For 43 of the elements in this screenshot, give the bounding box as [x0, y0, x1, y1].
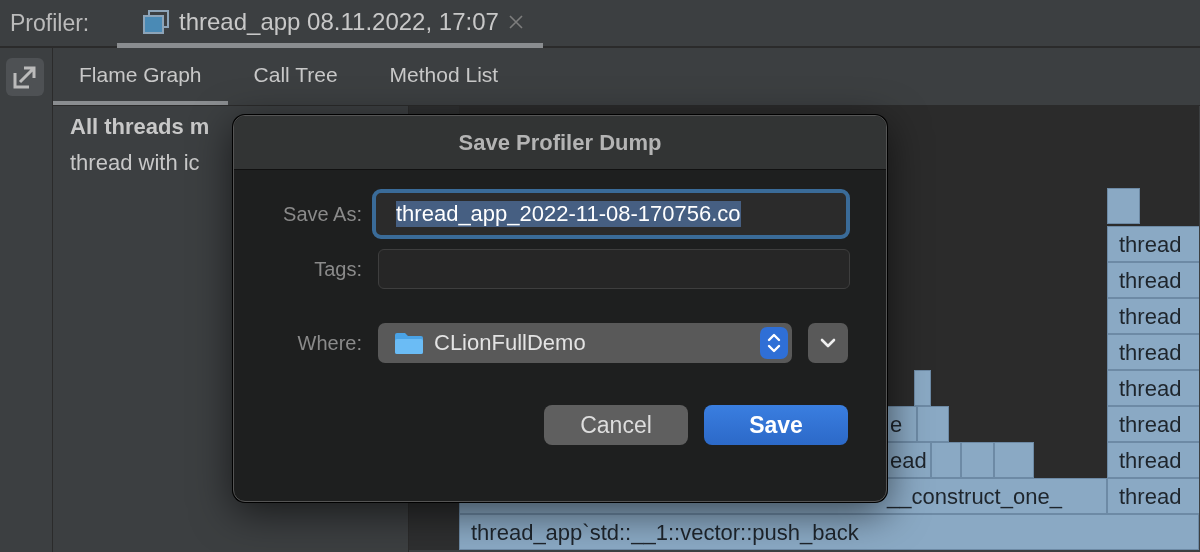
frame-label: e: [890, 412, 903, 437]
frame-label: thread: [1119, 232, 1182, 257]
chevron-down-icon: [820, 338, 836, 348]
flame-frame[interactable]: [1107, 334, 1199, 370]
frame-label: ead: [890, 448, 927, 473]
field-label: Tags:: [314, 257, 362, 281]
save-button[interactable]: Save: [704, 405, 848, 445]
frame-label: thread: [1119, 340, 1182, 365]
view-tab[interactable]: Flame Graph: [53, 48, 228, 105]
view-tab[interactable]: Call Tree: [227, 48, 364, 105]
location-dropdown[interactable]: CLionFullDemo: [378, 323, 792, 363]
tags-field[interactable]: [378, 249, 850, 289]
window-icon: [143, 9, 169, 34]
profiler-label: Profiler:: [10, 9, 91, 37]
threads-heading: All threads m: [70, 114, 211, 140]
frame-label: thread: [1119, 304, 1182, 329]
frame-label: thread: [1119, 376, 1182, 401]
session-tab[interactable]: thread_app 08.11.2022, 17:07: [117, 0, 543, 48]
frame-label: __construct_one_: [887, 484, 1062, 509]
field-label: Save As:: [283, 202, 362, 226]
flame-frame[interactable]: [1107, 226, 1199, 262]
folder-icon: [394, 331, 424, 355]
flame-frame[interactable]: [1107, 442, 1199, 478]
frame-label: thread: [1119, 268, 1182, 293]
filename-field[interactable]: thread_app_2022-11-08-170756.co: [372, 189, 850, 239]
export-icon: [13, 65, 37, 89]
dialog-title: Save Profiler Dump: [458, 129, 662, 156]
close-icon[interactable]: [508, 14, 523, 29]
frame-label: thread: [1119, 412, 1182, 437]
flame-frame[interactable]: [1107, 298, 1199, 334]
frame-label: thread: [1119, 484, 1182, 509]
view-tab[interactable]: Method List: [363, 48, 525, 105]
export-button[interactable]: [6, 58, 44, 96]
frame-label: thread: [1119, 448, 1182, 473]
flame-frame[interactable]: [1107, 370, 1199, 406]
stepper-icon: [760, 327, 788, 359]
flame-frame[interactable]: [1107, 262, 1199, 298]
thread-description: thread with ic: [70, 150, 201, 176]
cancel-button[interactable]: Cancel: [544, 405, 688, 445]
field-label: Where:: [297, 331, 362, 355]
flame-frame[interactable]: [1107, 406, 1199, 442]
frame-label: thread_app`std::__1::vector::push_back: [471, 520, 859, 545]
expand-button[interactable]: [808, 323, 848, 363]
